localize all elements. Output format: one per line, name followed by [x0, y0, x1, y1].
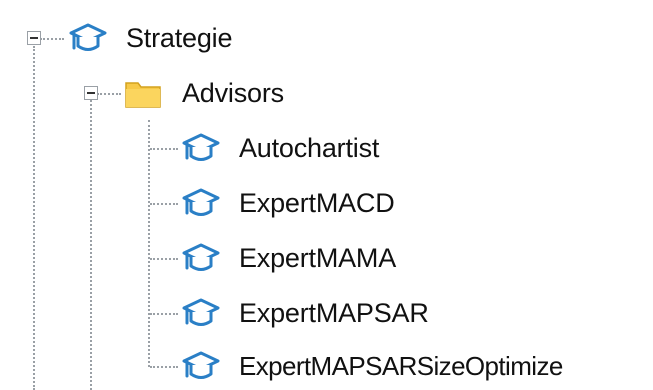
graduation-cap-icon [182, 188, 220, 216]
graduation-cap-icon [182, 298, 220, 326]
tree-node-label: Advisors [182, 77, 284, 108]
tree-line-item-2 [150, 203, 178, 205]
tree-line-item-5 [150, 366, 178, 368]
tree-line-item-1 [150, 148, 178, 150]
tree-line-folder-h [97, 93, 121, 95]
tree-item-autochartist[interactable]: Autochartist [181, 122, 379, 174]
graduation-cap-icon [69, 23, 107, 51]
tree-line-item-4 [150, 313, 178, 315]
graduation-cap-icon [182, 133, 220, 161]
tree-line-items [148, 120, 150, 367]
graduation-cap-icon [182, 243, 220, 271]
tree-line-root [33, 46, 35, 390]
tree-item-label: ExpertMAPSARSizeOptimize [239, 350, 563, 381]
tree-item-label: ExpertMAPSAR [239, 297, 429, 328]
tree-node-label: Strategie [126, 22, 233, 53]
tree-line-root-h [40, 38, 64, 40]
collapse-toggle-strategie[interactable] [27, 31, 41, 45]
tree-node-advisors[interactable]: Advisors [124, 67, 284, 119]
collapse-toggle-advisors[interactable] [84, 86, 98, 100]
tree-item-expertmama[interactable]: ExpertMAMA [181, 232, 396, 284]
tree-node-strategie[interactable]: Strategie [68, 12, 232, 64]
tree-item-expertmapsarsizeoptimize[interactable]: ExpertMAPSARSizeOptimize [181, 340, 563, 390]
graduation-cap-icon [182, 351, 220, 379]
tree-item-expertmacd[interactable]: ExpertMACD [181, 177, 395, 229]
tree-item-expertmapsar[interactable]: ExpertMAPSAR [181, 287, 429, 339]
tree-line-folder [90, 100, 92, 390]
tree-item-label: ExpertMAMA [239, 242, 397, 273]
folder-icon [125, 82, 161, 108]
tree-item-label: Autochartist [239, 132, 380, 163]
navigator-tree: Strategie Advisors Autochartist ExpertMA… [0, 0, 653, 390]
tree-item-label: ExpertMACD [239, 187, 395, 218]
tree-line-item-3 [150, 258, 178, 260]
